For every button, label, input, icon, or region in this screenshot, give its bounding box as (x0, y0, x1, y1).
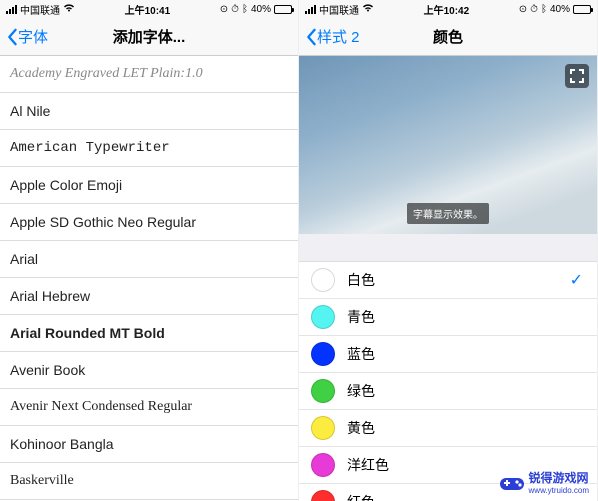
color-swatch (311, 268, 335, 292)
carrier-label: 中国联通 (20, 2, 60, 17)
font-item[interactable]: Avenir Next Condensed Regular (0, 389, 298, 426)
font-item[interactable]: Apple Color Emoji (0, 167, 298, 204)
clock: 上午10:41 (125, 2, 171, 17)
back-label: 字体 (18, 26, 48, 47)
section-gap (299, 234, 597, 262)
subtitle-sample: 字幕显示效果。 (407, 203, 489, 224)
color-item[interactable]: 黄色 (299, 410, 597, 447)
font-item[interactable]: Avenir Book (0, 352, 298, 389)
color-label: 青色 (347, 307, 375, 327)
nav-title: 颜色 (433, 26, 463, 47)
back-label: 样式 2 (317, 26, 360, 47)
check-icon: ✓ (570, 270, 583, 290)
color-swatch (311, 305, 335, 329)
back-button[interactable]: 样式 2 (305, 26, 360, 47)
font-item[interactable]: Academy Engraved LET Plain:1.0 (0, 56, 298, 93)
expand-button[interactable] (565, 64, 589, 88)
clock: 上午10:42 (424, 2, 470, 17)
color-label: 绿色 (347, 381, 375, 401)
color-swatch (311, 342, 335, 366)
battery-icon (274, 5, 292, 14)
color-swatch (311, 416, 335, 440)
color-label: 白色 (347, 270, 375, 290)
bluetooth-icon: ᛒ (541, 4, 547, 15)
font-item[interactable]: American Typewriter (0, 130, 298, 167)
carrier-label: 中国联通 (319, 2, 359, 17)
wifi-icon (362, 3, 374, 15)
status-left: 中国联通 (305, 2, 374, 17)
color-label: 红色 (347, 492, 375, 501)
color-item[interactable]: 蓝色 (299, 336, 597, 373)
watermark-brand: 锐得游戏网 (529, 471, 589, 485)
font-item[interactable]: Arial Hebrew (0, 278, 298, 315)
color-swatch (311, 453, 335, 477)
color-item[interactable]: 绿色 (299, 373, 597, 410)
expand-icon (570, 69, 584, 83)
color-label: 蓝色 (347, 344, 375, 364)
chevron-left-icon (6, 28, 18, 46)
screen-colors: 中国联通 上午10:42 ⊙ ⏱ ᛒ 40% 样式 2 颜色 字幕显示效果。 白… (299, 0, 598, 501)
battery-percent: 40% (550, 4, 570, 15)
nav-bar: 样式 2 颜色 (299, 18, 597, 56)
nav-title: 添加字体... (113, 26, 186, 47)
color-label: 洋红色 (347, 455, 389, 475)
status-bar: 中国联通 上午10:41 ⊙ ⏱ ᛒ 40% (0, 0, 298, 18)
watermark-url: www.ytruido.com (529, 486, 589, 495)
font-item[interactable]: Apple SD Gothic Neo Regular (0, 204, 298, 241)
font-list[interactable]: Academy Engraved LET Plain:1.0Al NileAme… (0, 56, 298, 501)
signal-icon (6, 5, 17, 14)
font-item[interactable]: Baskerville (0, 463, 298, 500)
chevron-left-icon (305, 28, 317, 46)
watermark: 锐得游戏网 www.ytruido.com (499, 469, 589, 495)
battery-icon (573, 5, 591, 14)
back-button[interactable]: 字体 (6, 26, 48, 47)
alarm-icon: ⊙ (519, 4, 527, 15)
font-item[interactable]: Arial (0, 241, 298, 278)
wifi-icon (63, 3, 75, 15)
nav-bar: 字体 添加字体... (0, 18, 298, 56)
preview-area: 字幕显示效果。 (299, 56, 597, 234)
color-label: 黄色 (347, 418, 375, 438)
color-item[interactable]: 青色 (299, 299, 597, 336)
status-right: ⊙ ⏱ ᛒ 40% (519, 4, 591, 15)
color-item[interactable]: 白色 ✓ (299, 262, 597, 299)
clock-icon: ⏱ (530, 4, 538, 15)
color-list[interactable]: 白色 ✓ 青色蓝色绿色黄色洋红色红色 (299, 262, 597, 501)
gamepad-icon (499, 472, 525, 492)
status-right: ⊙ ⏱ ᛒ 40% (220, 4, 292, 15)
color-swatch (311, 490, 335, 501)
battery-percent: 40% (251, 4, 271, 15)
signal-icon (305, 5, 316, 14)
status-bar: 中国联通 上午10:42 ⊙ ⏱ ᛒ 40% (299, 0, 597, 18)
font-item[interactable]: Arial Rounded MT Bold (0, 315, 298, 352)
bluetooth-icon: ᛒ (242, 4, 248, 15)
alarm-icon: ⊙ (220, 4, 228, 15)
screen-fonts: 中国联通 上午10:41 ⊙ ⏱ ᛒ 40% 字体 添加字体... Academ… (0, 0, 299, 501)
status-left: 中国联通 (6, 2, 75, 17)
color-swatch (311, 379, 335, 403)
clock-icon: ⏱ (231, 4, 239, 15)
font-item[interactable]: Al Nile (0, 93, 298, 130)
font-item[interactable]: Kohinoor Bangla (0, 426, 298, 463)
